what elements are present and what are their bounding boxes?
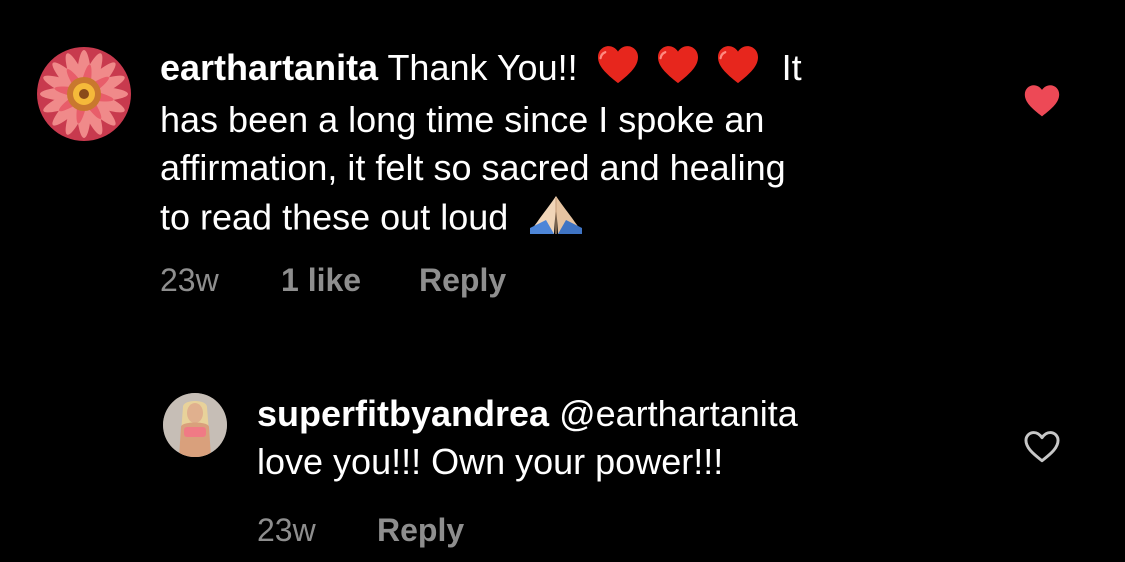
- comment-line-1: superfitbyandrea @earthartanita: [257, 390, 957, 438]
- comment-meta: 23w Reply: [257, 512, 657, 552]
- username[interactable]: earthartanita: [160, 47, 378, 88]
- reply-button[interactable]: Reply: [377, 512, 464, 549]
- comment-line-2: love you!!! Own your power!!!: [257, 441, 724, 482]
- timestamp[interactable]: 23w: [257, 512, 316, 549]
- comment-body: superfitbyandrea @earthartanita love you…: [257, 390, 957, 486]
- folded-hands-emoji-icon: [528, 192, 584, 248]
- mention-link[interactable]: @earthartanita: [559, 393, 798, 434]
- username[interactable]: superfitbyandrea: [257, 393, 549, 434]
- comment-text: Thank You!!: [387, 47, 578, 88]
- comment-text: It: [781, 47, 802, 88]
- comment-meta: 23w 1 like Reply: [160, 262, 660, 302]
- like-count[interactable]: 1 like: [281, 262, 361, 299]
- flower-avatar-icon: [37, 47, 131, 141]
- comment-line-3: affirmation, it felt so sacred and heali…: [160, 147, 786, 189]
- comment-body: earthartanita Thank You!! It has been a …: [160, 44, 960, 248]
- profile-photo-avatar-icon: [163, 393, 227, 457]
- like-button[interactable]: [1022, 428, 1062, 464]
- timestamp[interactable]: 23w: [160, 262, 219, 299]
- comment-line-2: has been a long time since I spoke an: [160, 99, 765, 141]
- avatar[interactable]: [163, 393, 227, 457]
- heart-emoji-icon: [716, 44, 760, 96]
- heart-emoji-icon: [656, 44, 700, 96]
- heart-emoji-icon: [596, 44, 640, 96]
- comment-text: to read these out loud: [160, 197, 509, 238]
- heart-outline-icon: [1024, 431, 1060, 463]
- comment-line-4: to read these out loud: [160, 192, 960, 248]
- avatar[interactable]: [37, 47, 131, 141]
- heart-filled-icon: [1024, 85, 1060, 117]
- comment-line-1: earthartanita Thank You!! It: [160, 44, 960, 96]
- like-button[interactable]: [1022, 82, 1062, 118]
- reply-button[interactable]: Reply: [419, 262, 506, 299]
